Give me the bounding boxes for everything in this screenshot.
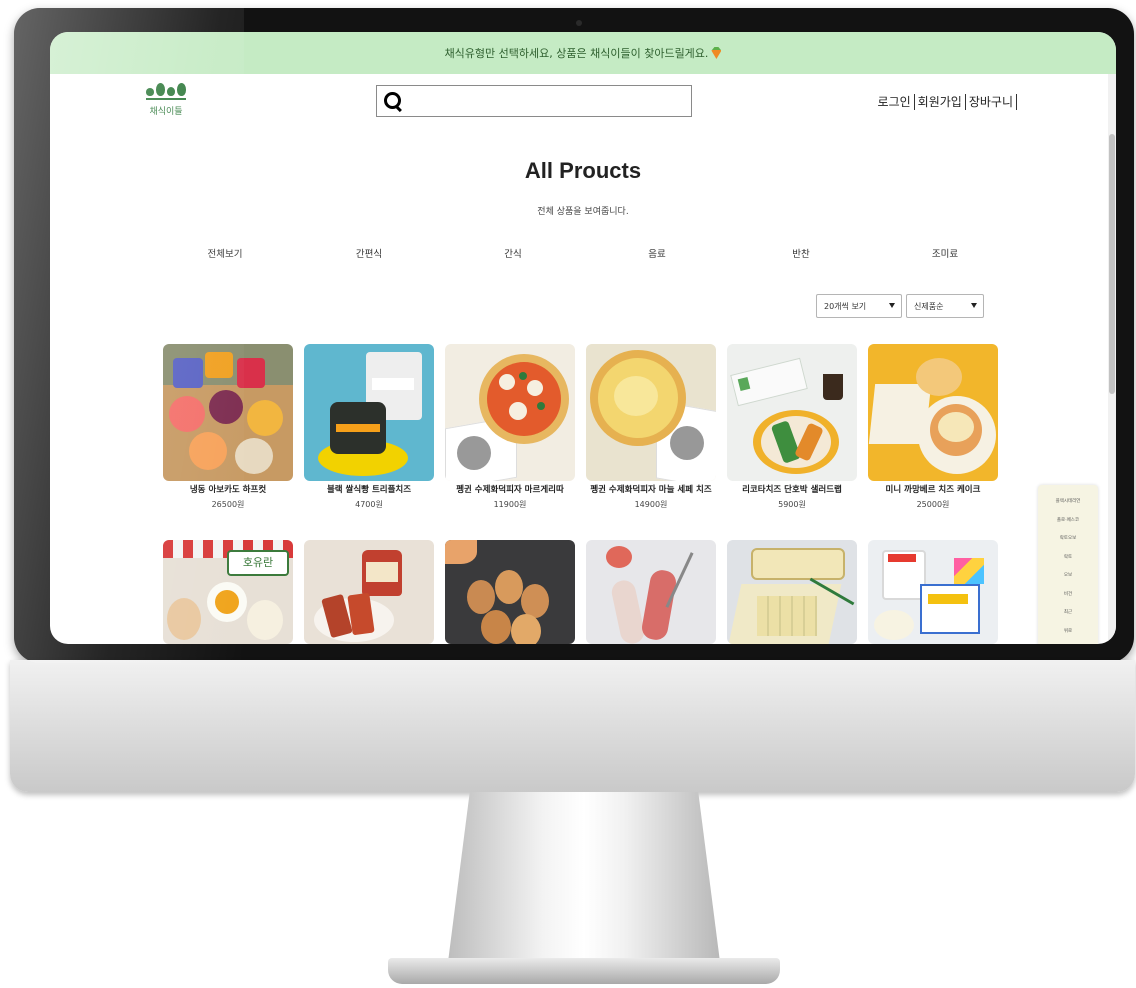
product-price: 4700원 xyxy=(355,500,383,509)
product-card[interactable]: 미니 까망베르 치즈 케이크 25000원 xyxy=(868,344,998,510)
product-card[interactable]: 펭귄 수제화덕피자 마르게리따 11900원 xyxy=(445,344,575,510)
screen: 채식유형만 선택하세요, 상품은 채식이들이 찾아드릴게요. 채식이들 로그인 … xyxy=(50,32,1116,644)
category-snacks[interactable]: 간식 xyxy=(443,246,583,260)
product-badge: 호유란 xyxy=(227,550,289,576)
site-logo[interactable]: 채식이들 xyxy=(145,82,187,117)
search-icon[interactable] xyxy=(384,92,402,110)
logo-leaves-icon xyxy=(146,82,186,96)
product-image[interactable] xyxy=(304,540,434,644)
product-card[interactable] xyxy=(586,540,716,644)
category-seasonings[interactable]: 조미료 xyxy=(875,246,1015,260)
monitor-stand-base xyxy=(388,958,780,984)
product-card[interactable]: 블랙 쌀식빵 트리플치즈 4700원 xyxy=(304,344,434,510)
quick-menu-item[interactable]: 락토 xyxy=(1038,549,1098,568)
product-image[interactable] xyxy=(868,540,998,644)
category-convenience-food[interactable]: 간편식 xyxy=(299,246,439,260)
scrollbar-thumb[interactable] xyxy=(1109,134,1115,394)
promo-banner-text: 채식유형만 선택하세요, 상품은 채식이들이 찾아드릴게요. xyxy=(444,47,709,60)
category-drinks[interactable]: 음료 xyxy=(587,246,727,260)
camera-dot xyxy=(576,20,582,26)
quick-menu-item[interactable]: 플렉시테리언 xyxy=(1038,493,1098,512)
sort-value: 신제품순 xyxy=(914,301,944,311)
product-card[interactable] xyxy=(304,540,434,644)
quick-menu-item[interactable]: 락토오보 xyxy=(1038,530,1098,549)
monitor-chin xyxy=(10,660,1135,792)
monitor-stand xyxy=(448,792,720,962)
logo-underline xyxy=(146,98,186,100)
product-image[interactable] xyxy=(727,344,857,481)
quick-menu-item[interactable]: 폴로·페스코 xyxy=(1038,512,1098,531)
product-price: 5900원 xyxy=(778,500,806,509)
search-input[interactable] xyxy=(408,87,691,115)
product-image[interactable] xyxy=(163,344,293,481)
product-name[interactable]: 미니 까망베르 치즈 케이크 xyxy=(868,485,998,496)
product-price: 14900원 xyxy=(634,500,668,509)
login-link[interactable]: 로그인 xyxy=(878,93,911,110)
category-nav: 전체보기 간편식 간식 음료 반찬 조미료 xyxy=(155,246,1015,260)
quick-menu-item[interactable]: 비건 xyxy=(1038,586,1098,605)
category-side-dishes[interactable]: 반찬 xyxy=(731,246,871,260)
quick-menu-item[interactable]: 위로 xyxy=(1038,623,1098,642)
link-divider xyxy=(913,93,915,110)
signup-link[interactable]: 회원가입 xyxy=(918,93,962,110)
sort-select[interactable]: 신제품순 xyxy=(906,294,984,318)
product-price: 26500원 xyxy=(211,500,245,509)
scrollbar-track[interactable] xyxy=(1108,74,1116,644)
product-image[interactable]: 호유란 xyxy=(163,540,293,644)
cart-link[interactable]: 장바구니 xyxy=(969,93,1013,110)
product-name[interactable]: 블랙 쌀식빵 트리플치즈 xyxy=(304,485,434,496)
product-card[interactable]: 리코타치즈 단호박 샐러드랩 5900원 xyxy=(727,344,857,510)
product-image[interactable] xyxy=(868,344,998,481)
product-name[interactable]: 펭귄 수제화덕피자 마늘 세페 치즈 xyxy=(586,485,716,496)
top-links: 로그인 회원가입 장바구니 xyxy=(878,93,1020,110)
product-image[interactable] xyxy=(586,344,716,481)
product-card[interactable] xyxy=(445,540,575,644)
page-subtitle: 전체 상품을 보여줍니다. xyxy=(537,207,629,217)
page-title: All Proucts xyxy=(524,158,642,183)
carrot-icon xyxy=(711,47,722,59)
product-image[interactable] xyxy=(304,344,434,481)
search-bar[interactable] xyxy=(376,85,692,117)
product-image[interactable] xyxy=(727,540,857,644)
logo-text: 채식이들 xyxy=(149,107,183,117)
product-name[interactable]: 냉동 아보카도 하프컷 xyxy=(163,485,293,496)
link-divider xyxy=(1016,93,1017,110)
chevron-down-icon xyxy=(889,303,895,308)
per-page-select[interactable]: 20개씩 보기 xyxy=(816,294,902,318)
quick-menu-item[interactable]: 오보 xyxy=(1038,567,1098,586)
product-card[interactable] xyxy=(868,540,998,644)
quick-menu: 플렉시테리언 폴로·페스코 락토오보 락토 오보 비건 최근 위로 xyxy=(1038,485,1098,644)
chevron-down-icon xyxy=(971,303,977,308)
product-card[interactable] xyxy=(727,540,857,644)
product-card[interactable]: 냉동 아보카도 하프컷 26500원 xyxy=(163,344,293,510)
product-name[interactable]: 펭귄 수제화덕피자 마르게리따 xyxy=(445,485,575,496)
category-all[interactable]: 전체보기 xyxy=(155,246,295,260)
per-page-value: 20개씩 보기 xyxy=(824,301,867,311)
product-image[interactable] xyxy=(445,344,575,481)
product-image[interactable] xyxy=(445,540,575,644)
quick-menu-item[interactable]: 최근 xyxy=(1038,604,1098,623)
product-card[interactable]: 호유란 xyxy=(163,540,293,644)
product-card[interactable]: 펭귄 수제화덕피자 마늘 세페 치즈 14900원 xyxy=(586,344,716,510)
link-divider xyxy=(964,93,966,110)
product-price: 11900원 xyxy=(493,500,527,509)
product-image[interactable] xyxy=(586,540,716,644)
product-name[interactable]: 리코타치즈 단호박 샐러드랩 xyxy=(727,485,857,496)
promo-banner: 채식유형만 선택하세요, 상품은 채식이들이 찾아드릴게요. xyxy=(50,32,1116,74)
product-price: 25000원 xyxy=(916,500,950,509)
